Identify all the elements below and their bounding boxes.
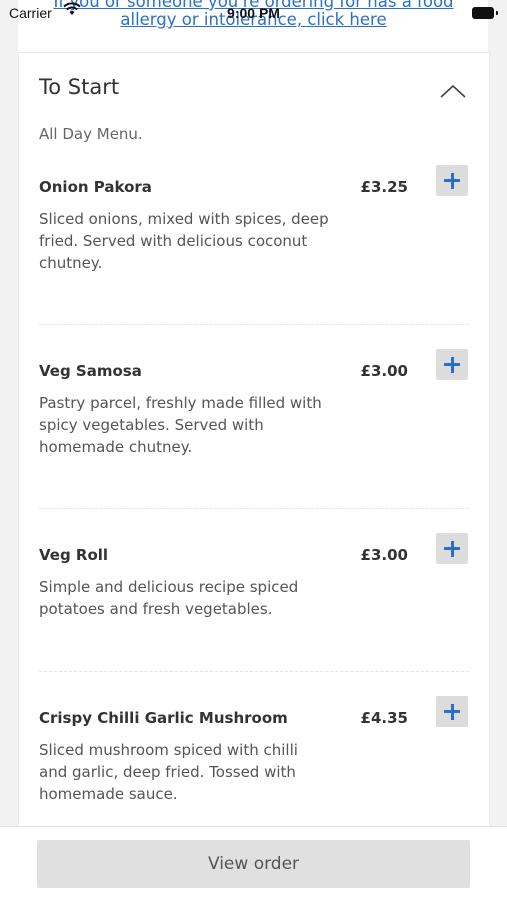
item-name: Crispy Chilli Garlic Mushroom [39, 709, 288, 727]
item-name: Veg Roll [39, 546, 109, 564]
item-price: £4.35 [360, 709, 408, 727]
item-name: Onion Pakora [39, 178, 152, 196]
item-divider [39, 508, 469, 509]
clock: 9:00 PM [227, 5, 280, 21]
view-order-button[interactable]: View order [37, 840, 470, 888]
status-bar: Carrier 9:00 PM [0, 0, 507, 26]
section-title: To Start [39, 75, 120, 99]
menu-section-card: To Start All Day Menu. Onion Pakora £3.2… [18, 52, 490, 853]
item-price: £3.00 [360, 546, 408, 564]
item-name: Veg Samosa [39, 362, 142, 380]
item-price: £3.00 [360, 362, 408, 380]
item-price: £3.25 [360, 178, 408, 196]
footer-bar: View order [0, 826, 507, 901]
item-divider [39, 324, 469, 325]
item-description: Simple and delicious recipe spiced potat… [39, 578, 299, 618]
add-item-button[interactable] [436, 165, 468, 196]
item-description: Sliced mushroom spiced with chilli and g… [39, 741, 298, 803]
item-description: Sliced onions, mixed with spices, deep f… [39, 210, 329, 272]
battery-icon [472, 7, 498, 19]
add-item-button[interactable] [436, 696, 468, 727]
item-description: Pastry parcel, freshly made filled with … [39, 394, 322, 456]
section-subtitle: All Day Menu. [39, 125, 143, 143]
chevron-up-icon[interactable] [439, 83, 467, 99]
add-item-button[interactable] [436, 533, 468, 564]
item-divider [39, 671, 469, 672]
add-item-button[interactable] [436, 349, 468, 380]
